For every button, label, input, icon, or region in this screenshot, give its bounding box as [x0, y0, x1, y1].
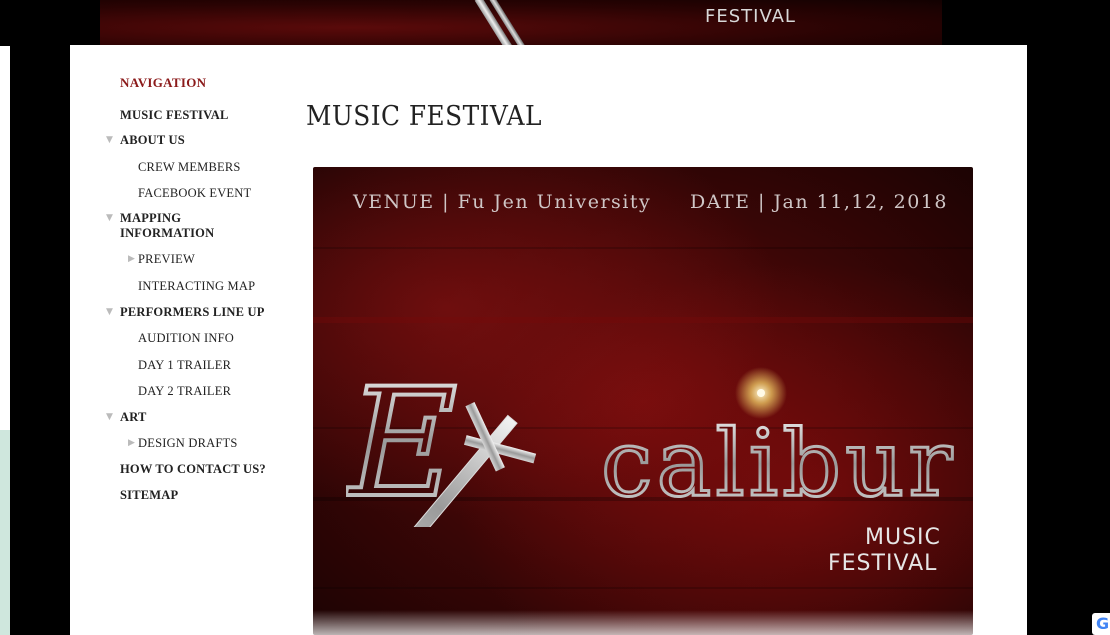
header-banner: FESTIVAL [0, 0, 1110, 46]
left-edge-strip-top [0, 0, 10, 430]
nav-item-audition-info[interactable]: AUDITION INFO [138, 331, 234, 346]
nav-item-mapping-information[interactable]: MAPPING [120, 211, 181, 226]
poster-date-text: DATE | Jan 11,12, 2018 [690, 191, 948, 213]
bottom-fade [70, 610, 1027, 635]
nav-item-art[interactable]: ART [120, 410, 147, 425]
google-g-glyph: G [1096, 614, 1110, 633]
right-black-margin [1027, 0, 1110, 635]
nav-item-music-festival[interactable]: MUSIC FESTIVAL [120, 108, 229, 123]
svg-text:calibur: calibur [601, 410, 956, 517]
poster-festival-text: FESTIVAL [828, 551, 938, 576]
expand-triangle-icon[interactable]: ▼ [106, 135, 113, 145]
collapsed-triangle-icon[interactable]: ▶ [128, 254, 135, 264]
nav-item-day-1-trailer[interactable]: DAY 1 TRAILER [138, 358, 231, 373]
excalibur-logo: E calibur [346, 367, 956, 527]
nav-item-sitemap[interactable]: SITEMAP [120, 488, 178, 503]
nav-item-facebook-event[interactable]: FACEBOOK EVENT [138, 186, 251, 201]
nav-item-how-to-contact-us[interactable]: HOW TO CONTACT US? [120, 462, 266, 477]
page-title: MUSIC FESTIVAL [306, 101, 542, 133]
google-g-icon[interactable]: G [1092, 613, 1110, 635]
nav-item-day-2-trailer[interactable]: DAY 2 TRAILER [138, 384, 231, 399]
nav-item-interacting-map[interactable]: INTERACTING MAP [138, 279, 255, 294]
festival-poster-image: VENUE | Fu Jen University DATE | Jan 11,… [313, 167, 973, 635]
nav-item-about-us[interactable]: ABOUT US [120, 133, 185, 148]
collapsed-triangle-icon[interactable]: ▶ [128, 438, 135, 448]
expand-triangle-icon[interactable]: ▼ [106, 213, 113, 223]
poster-venue-text: VENUE | Fu Jen University [353, 191, 652, 213]
banner-festival-text: FESTIVAL [705, 6, 796, 27]
nav-item-crew-members[interactable]: CREW MEMBERS [138, 160, 241, 175]
poster-music-text: MUSIC [865, 525, 941, 550]
expand-triangle-icon[interactable]: ▼ [106, 412, 113, 422]
page-content: NAVIGATION MUSIC FESTIVAL ▼ ABOUT US CRE… [70, 45, 1027, 635]
nav-item-preview[interactable]: PREVIEW [138, 252, 195, 267]
nav-item-mapping-information-line2[interactable]: INFORMATION [120, 226, 214, 241]
nav-item-design-drafts[interactable]: DESIGN DRAFTS [138, 436, 238, 451]
nav-item-performers-line-up[interactable]: PERFORMERS LINE UP [120, 305, 265, 320]
expand-triangle-icon[interactable]: ▼ [106, 307, 113, 317]
navigation-heading: NAVIGATION [120, 75, 207, 90]
